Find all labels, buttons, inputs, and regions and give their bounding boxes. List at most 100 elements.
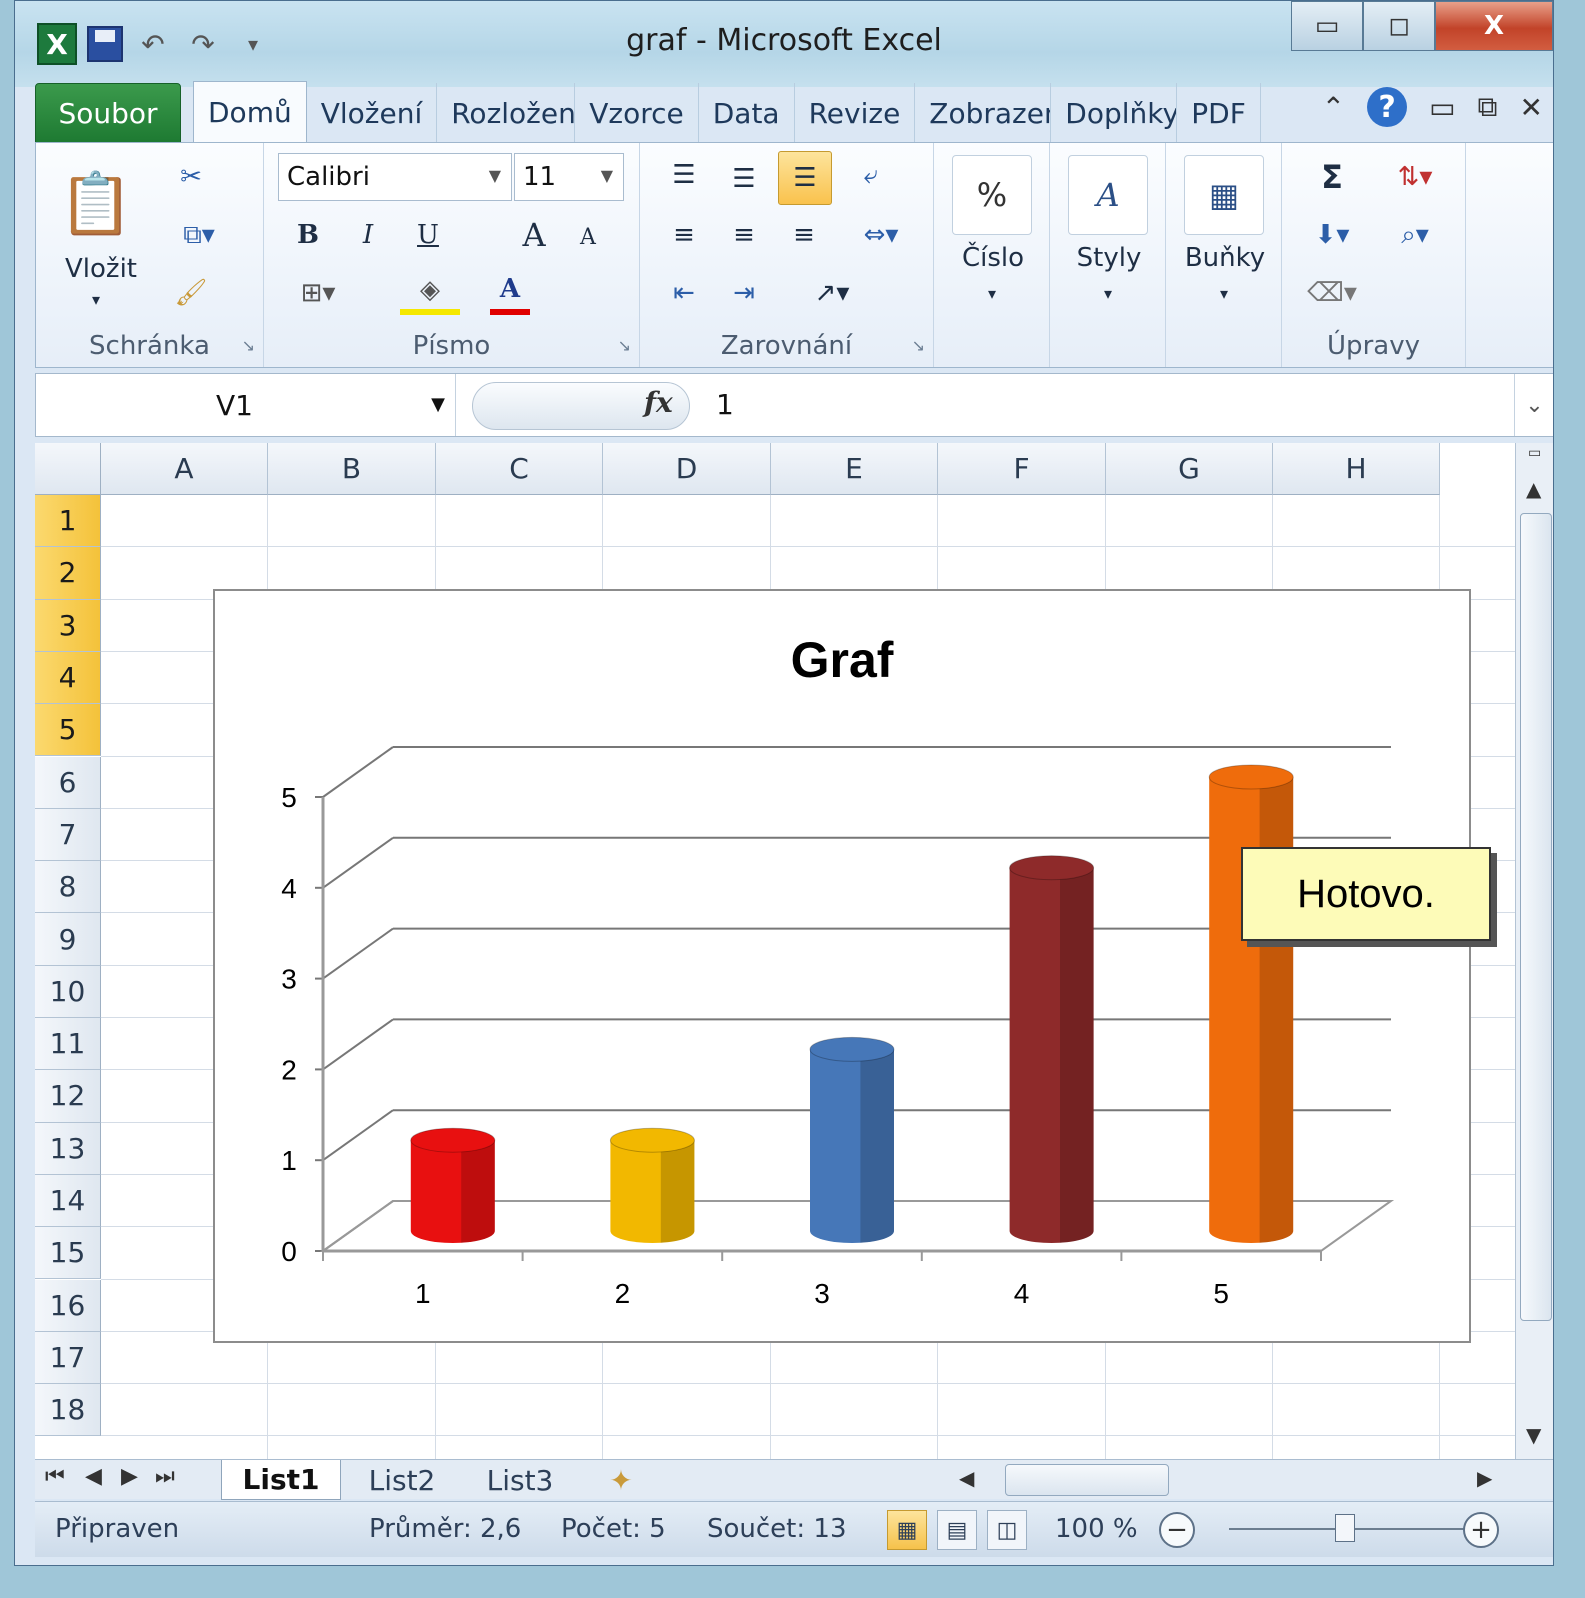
align-left-icon[interactable]: ≡ (660, 213, 708, 257)
column-header-f[interactable]: F (938, 443, 1106, 495)
scroll-left-icon[interactable]: ◀ (959, 1466, 974, 1490)
tab-view[interactable]: Zobrazení (915, 83, 1052, 143)
split-handle-icon[interactable]: ▭ (1528, 445, 1541, 461)
scroll-up-icon[interactable]: ▲ (1526, 477, 1541, 501)
row-header-5[interactable]: 5 (35, 704, 101, 757)
page-layout-view-icon[interactable]: ▤ (937, 1510, 977, 1550)
row-header-1[interactable]: 1 (35, 495, 101, 548)
tab-file[interactable]: Soubor (35, 83, 181, 143)
scroll-down-icon[interactable]: ▼ (1526, 1423, 1541, 1447)
column-header-a[interactable]: A (101, 443, 268, 495)
bold-button[interactable]: B (288, 213, 328, 257)
chevron-down-icon[interactable]: ▾ (972, 283, 1012, 303)
clipboard-launcher-icon[interactable]: ↘ (242, 336, 255, 355)
autosum-button[interactable]: Σ (1300, 155, 1364, 199)
row-header-4[interactable]: 4 (35, 651, 101, 705)
row-header-11[interactable]: 11 (35, 1018, 101, 1071)
fill-icon[interactable]: ⬇▾ (1300, 213, 1364, 257)
sheet-tab-list3[interactable]: List3 (465, 1460, 575, 1500)
copy-icon[interactable]: ⧉▾ (166, 215, 232, 255)
tab-formulas[interactable]: Vzorce (575, 83, 699, 143)
next-sheet-icon[interactable]: ▶ (121, 1464, 138, 1489)
chevron-down-icon[interactable]: ▾ (1088, 283, 1128, 303)
horizontal-scrollbar[interactable]: ◀ ▶ (945, 1464, 1541, 1496)
chevron-down-icon[interactable]: ▼ (431, 394, 445, 415)
italic-button[interactable]: I (348, 213, 388, 257)
sort-filter-icon[interactable]: ⇅▾ (1380, 155, 1450, 199)
percent-icon[interactable]: % (952, 155, 1032, 235)
shrink-font-button[interactable]: A (570, 217, 606, 257)
row-header-10[interactable]: 10 (35, 965, 101, 1018)
zoom-level[interactable]: 100 % (1055, 1514, 1138, 1544)
wrap-text-icon[interactable]: ⤶ (844, 153, 898, 197)
row-header-6[interactable]: 6 (35, 756, 101, 809)
zoom-slider-track[interactable] (1229, 1528, 1487, 1530)
row-header-16[interactable]: 16 (35, 1279, 101, 1332)
sheet-tab-list1[interactable]: List1 (221, 1460, 341, 1500)
last-sheet-icon[interactable]: ⏭ (155, 1464, 175, 1489)
styles-button[interactable]: Styly (1054, 243, 1164, 273)
row-header-14[interactable]: 14 (35, 1174, 101, 1228)
column-header-d[interactable]: D (603, 443, 771, 495)
row-header-8[interactable]: 8 (35, 861, 101, 914)
tab-home[interactable]: Domů (193, 81, 307, 143)
font-name-combo[interactable]: Calibri ▼ (278, 153, 512, 201)
vertical-scrollbar[interactable]: ▭ ▲ ▼ (1515, 443, 1553, 1459)
insert-function-button[interactable]: fx (644, 386, 673, 419)
select-all-corner[interactable] (35, 443, 101, 495)
zoom-in-icon[interactable]: + (1463, 1512, 1499, 1548)
paste-dropdown-icon[interactable]: ▾ (76, 289, 116, 309)
styles-icon[interactable]: A (1068, 155, 1148, 235)
font-color-button[interactable]: A (490, 269, 530, 315)
minimize-button[interactable]: ▭ (1291, 1, 1363, 51)
format-painter-icon[interactable]: 🖌 (166, 273, 216, 313)
first-sheet-icon[interactable]: ⏮ (45, 1464, 65, 1489)
paste-button[interactable]: Vložit (46, 249, 156, 289)
doc-restore-icon[interactable]: ⧉ (1478, 90, 1498, 124)
merge-center-icon[interactable]: ⇔▾ (844, 213, 918, 257)
align-bottom-icon[interactable]: ☰ (778, 151, 832, 205)
column-header-c[interactable]: C (436, 443, 603, 495)
collapse-ribbon-icon[interactable]: ⌃ (1322, 91, 1345, 124)
zoom-out-icon[interactable]: − (1159, 1512, 1195, 1548)
row-header-13[interactable]: 13 (35, 1122, 101, 1175)
decrease-indent-icon[interactable]: ⇤ (660, 271, 708, 315)
cut-icon[interactable]: ✂ (166, 157, 216, 197)
row-header-18[interactable]: 18 (35, 1384, 101, 1437)
align-center-icon[interactable]: ≡ (720, 213, 768, 257)
cells-button[interactable]: Buňky (1170, 243, 1280, 273)
fill-color-icon[interactable]: ◈ (400, 271, 460, 315)
align-middle-icon[interactable]: ☰ (720, 157, 768, 201)
bar-2[interactable] (609, 1127, 695, 1243)
paste-icon[interactable]: 📋 (56, 153, 136, 253)
tab-pdf[interactable]: PDF (1177, 83, 1261, 143)
font-size-combo[interactable]: 11 ▼ (514, 153, 624, 201)
tab-insert[interactable]: Vložení (307, 83, 438, 143)
align-right-icon[interactable]: ≡ (780, 213, 828, 257)
prev-sheet-icon[interactable]: ◀ (85, 1464, 102, 1489)
bar-3[interactable] (809, 1036, 895, 1243)
column-header-h[interactable]: H (1273, 443, 1440, 495)
alignment-launcher-icon[interactable]: ↘ (912, 336, 925, 355)
number-button[interactable]: Číslo (938, 243, 1048, 273)
row-header-15[interactable]: 15 (35, 1227, 101, 1280)
align-top-icon[interactable]: ☰ (660, 153, 708, 197)
row-header-3[interactable]: 3 (35, 599, 101, 652)
borders-icon[interactable]: ⊞▾ (288, 271, 348, 315)
chart[interactable]: Graf 0 1 2 3 4 5 1 2 3 4 5 (213, 589, 1471, 1343)
row-header-12[interactable]: 12 (35, 1070, 101, 1123)
help-icon[interactable]: ? (1367, 87, 1408, 127)
column-header-e[interactable]: E (771, 443, 938, 495)
increase-indent-icon[interactable]: ⇥ (720, 271, 768, 315)
cells-icon[interactable]: ▦ (1184, 155, 1264, 235)
row-header-7[interactable]: 7 (35, 808, 101, 862)
zoom-slider-thumb[interactable] (1335, 1514, 1355, 1542)
insert-sheet-icon[interactable]: ✦ (591, 1460, 651, 1500)
normal-view-icon[interactable]: ▦ (887, 1510, 927, 1550)
bar-5[interactable] (1208, 764, 1294, 1243)
column-header-g[interactable]: G (1106, 443, 1273, 495)
column-header-b[interactable]: B (268, 443, 436, 495)
sheet-tab-list2[interactable]: List2 (347, 1460, 457, 1500)
horizontal-scroll-thumb[interactable] (1005, 1464, 1169, 1496)
vertical-scroll-thumb[interactable] (1520, 513, 1552, 1321)
